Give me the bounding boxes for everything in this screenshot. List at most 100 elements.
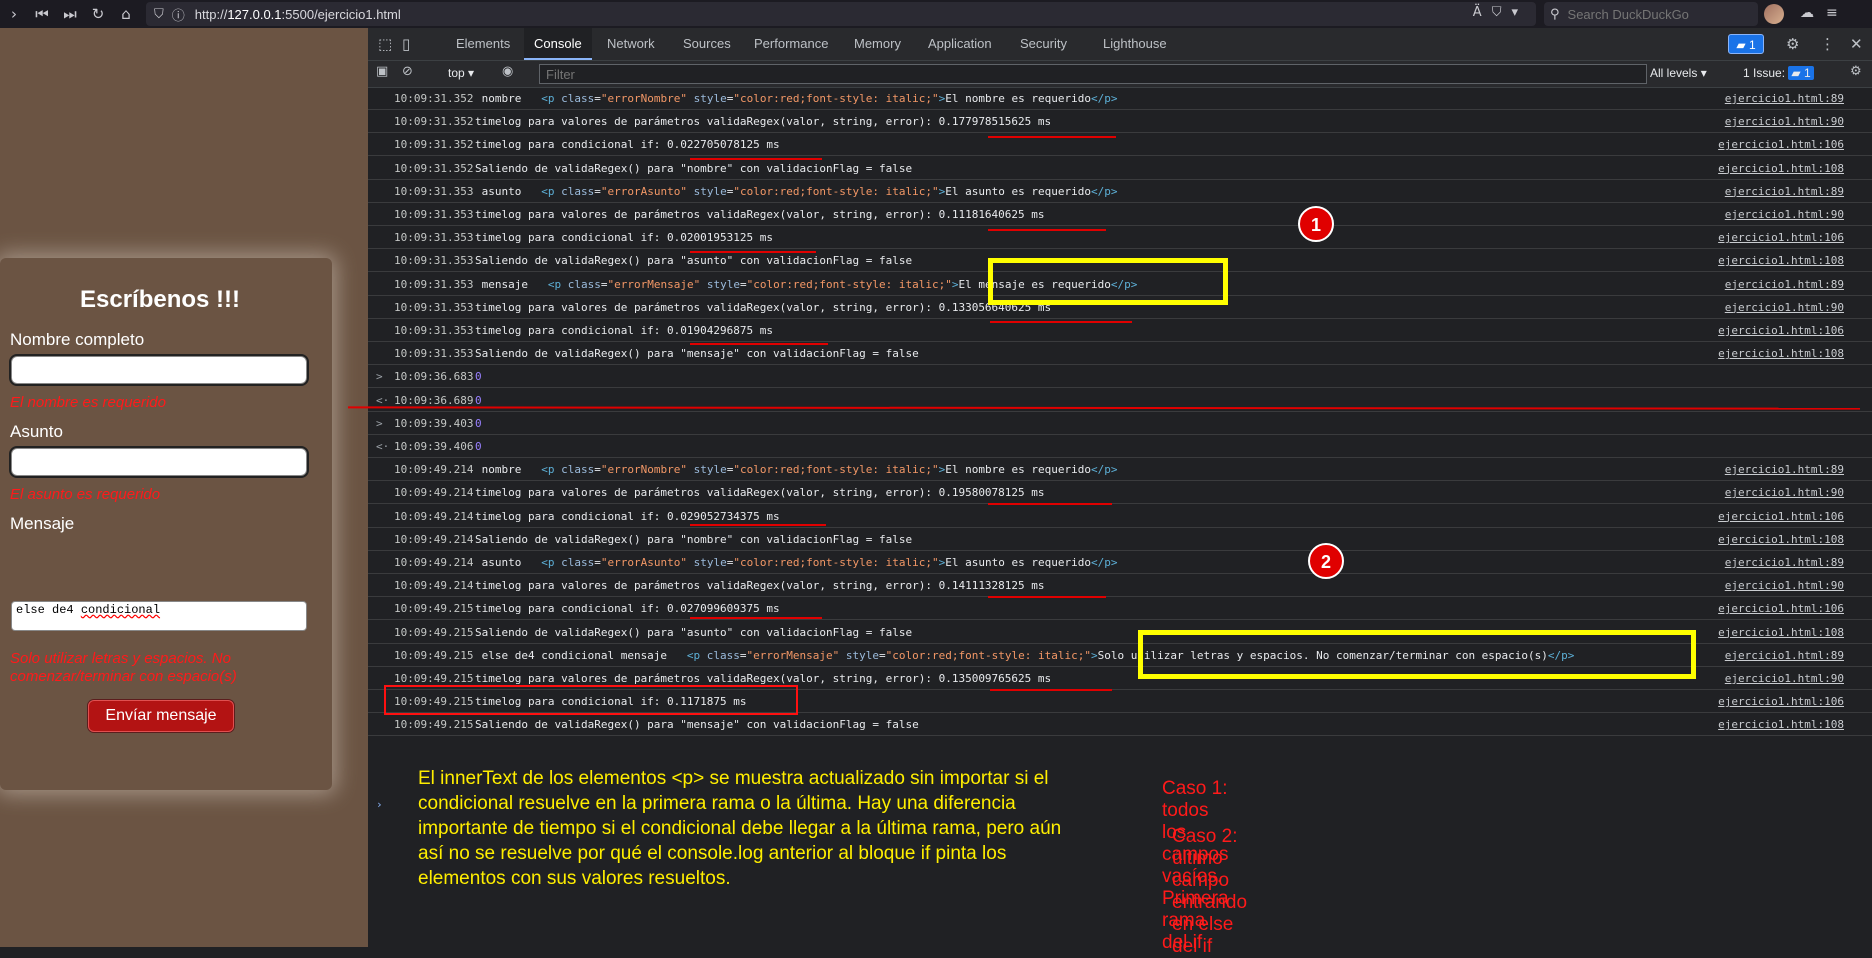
tab-lighthouse[interactable]: Lighthouse — [1103, 28, 1167, 60]
source-link[interactable]: ejercicio1.html:106 — [1718, 227, 1844, 248]
source-link[interactable]: ejercicio1.html:108 — [1718, 158, 1844, 179]
shield-icon[interactable]: ⛉ — [154, 7, 164, 22]
source-link[interactable]: ejercicio1.html:108 — [1718, 343, 1844, 364]
log-message: Saliendo de validaRegex() para "asunto" … — [475, 254, 913, 268]
tab-sources[interactable]: Sources — [683, 28, 731, 60]
log-value: 0 — [475, 416, 482, 430]
sidebar-toggle-icon[interactable]: › — [0, 5, 28, 23]
bookmark-icon[interactable]: ⛉ — [1492, 5, 1512, 20]
tab-security[interactable]: Security — [1020, 28, 1067, 60]
expand-chevron-icon[interactable]: > — [376, 366, 383, 387]
timestamp: 10:09:49.214 — [394, 579, 474, 593]
back-icon[interactable]: ⏮ — [28, 5, 56, 23]
console-row: 10:09:31.352 timelog para valores de pará… — [368, 111, 1872, 134]
asunto-input[interactable] — [9, 446, 309, 478]
source-link[interactable]: ejercicio1.html:90 — [1725, 297, 1844, 318]
source-link[interactable]: ejercicio1.html:108 — [1718, 250, 1844, 271]
info-icon[interactable]: ⓘ — [172, 5, 185, 24]
source-link[interactable]: ejercicio1.html:90 — [1725, 482, 1844, 503]
search-bar[interactable]: ⚲ — [1544, 2, 1758, 26]
tab-network[interactable]: Network — [607, 28, 655, 60]
console-row: 10:09:31.353 Saliendo de validaRegex() pa… — [368, 343, 1872, 366]
messages-badge[interactable]: ▰ 1 — [1728, 34, 1764, 54]
source-link[interactable]: ejercicio1.html:90 — [1725, 204, 1844, 225]
timestamp: 10:09:49.215 — [394, 672, 474, 685]
timestamp: 10:09:39.406 — [394, 440, 474, 453]
log-message: timelog para valores de parámetros valid… — [475, 486, 1045, 500]
expand-chevron-icon[interactable]: <· — [376, 390, 389, 411]
log-value: 0 — [475, 440, 482, 453]
close-icon[interactable]: ✕ — [1850, 35, 1863, 53]
console-settings-icon[interactable]: ⚙ — [1850, 64, 1862, 79]
log-message: asunto <p class="errorAsunto" style="col… — [475, 556, 1118, 569]
log-message: asunto <p class="errorAsunto" style="col… — [475, 184, 1118, 198]
eye-icon[interactable]: ◉ — [502, 64, 513, 79]
home-icon[interactable]: ⌂ — [112, 5, 140, 23]
tab-memory[interactable]: Memory — [854, 28, 901, 60]
source-link[interactable]: ejercicio1.html:90 — [1725, 668, 1844, 689]
levels-select[interactable]: All levels ▾ — [1650, 66, 1707, 80]
forward-icon[interactable]: ⏭ — [56, 5, 84, 23]
filter-input[interactable] — [539, 64, 1647, 84]
timestamp: 10:09:49.215 — [394, 718, 474, 732]
clear-console-icon[interactable]: ⊘ — [402, 64, 413, 79]
dropdown-icon[interactable]: ▾ — [1511, 5, 1528, 20]
gear-icon[interactable]: ⚙ — [1786, 35, 1799, 53]
log-message: Saliendo de validaRegex() para "asunto" … — [475, 625, 913, 639]
source-link[interactable]: ejercicio1.html:106 — [1718, 320, 1844, 341]
console-row: <· 10:09:39.406 0 — [368, 436, 1872, 458]
cloud-icon[interactable]: ☁ — [1800, 5, 1826, 21]
context-select[interactable]: top ▾ — [448, 66, 474, 80]
console-row: 10:09:49.214 timelog para valores de pará… — [368, 575, 1872, 598]
console-row: 10:09:31.353 mensaje <p class="errorMens… — [368, 274, 1872, 296]
tab-application[interactable]: Application — [928, 28, 992, 60]
more-icon[interactable]: ⋮ — [1820, 35, 1835, 53]
menu-icon[interactable]: ≡ — [1826, 5, 1850, 21]
source-link[interactable]: ejercicio1.html:106 — [1718, 134, 1844, 155]
url-text[interactable]: http://127.0.0.1:5500/ejercicio1.html — [195, 7, 401, 22]
expand-chevron-icon[interactable]: <· — [376, 436, 389, 457]
contact-form: Escríbenos !!! Nombre completo El nombre… — [0, 258, 332, 790]
source-link[interactable]: ejercicio1.html:106 — [1718, 598, 1844, 619]
timestamp: 10:09:49.214 — [394, 532, 474, 546]
source-link[interactable]: ejercicio1.html:90 — [1725, 575, 1844, 596]
issues-button[interactable]: 1 Issue: ▰ 1 — [1743, 66, 1814, 80]
devtools-panel: ⬚ ▯ Elements Console Network Sources Per… — [368, 28, 1872, 947]
console-row: 10:09:49.215 timelog para condicional if:… — [368, 598, 1872, 621]
inspect-icon[interactable]: ⬚ — [378, 35, 392, 53]
source-link[interactable]: ejercicio1.html:108 — [1718, 622, 1844, 643]
expand-chevron-icon[interactable]: > — [376, 413, 383, 434]
source-link[interactable]: ejercicio1.html:89 — [1725, 459, 1844, 480]
source-link[interactable]: ejercicio1.html:90 — [1725, 111, 1844, 132]
reload-icon[interactable]: ↻ — [84, 5, 112, 23]
console-row: 10:09:49.214 timelog para condicional if:… — [368, 506, 1872, 528]
search-input[interactable] — [1565, 5, 1740, 23]
tab-elements[interactable]: Elements — [456, 28, 510, 60]
source-link[interactable]: ejercicio1.html:106 — [1718, 506, 1844, 527]
tab-console[interactable]: Console — [524, 28, 592, 60]
sidebar-icon[interactable]: ▣ — [376, 64, 388, 79]
source-link[interactable]: ejercicio1.html:89 — [1725, 645, 1844, 666]
timestamp: 10:09:31.352 — [394, 161, 474, 175]
console-row: 10:09:49.214 asunto <p class="errorAsunt… — [368, 552, 1872, 574]
avatar[interactable] — [1764, 4, 1784, 24]
source-link[interactable]: ejercicio1.html:89 — [1725, 552, 1844, 573]
source-link[interactable]: ejercicio1.html:106 — [1718, 691, 1844, 712]
console-prompt[interactable]: › — [368, 794, 1872, 816]
tab-performance[interactable]: Performance — [754, 28, 828, 60]
url-bar[interactable]: ⛉ ⓘ http://127.0.0.1:5500/ejercicio1.htm… — [146, 2, 1536, 26]
send-button[interactable]: Envíar mensaje — [88, 700, 234, 732]
timestamp: 10:09:31.352 — [394, 115, 474, 129]
source-link[interactable]: ejercicio1.html:89 — [1725, 181, 1844, 202]
source-link[interactable]: ejercicio1.html:108 — [1718, 529, 1844, 550]
nombre-input[interactable] — [9, 354, 309, 386]
source-link[interactable]: ejercicio1.html:89 — [1725, 88, 1844, 109]
console-row: >10:09:36.683 0 — [368, 366, 1872, 389]
source-link[interactable]: ejercicio1.html:108 — [1718, 714, 1844, 735]
console-row: 10:09:49.215 timelog para valores de pará… — [368, 668, 1872, 690]
translate-icon[interactable]: Ä — [1473, 5, 1492, 20]
timestamp: 10:09:31.353 — [394, 324, 474, 337]
mensaje-textarea[interactable]: else de4 condicional — [11, 601, 307, 631]
device-toggle-icon[interactable]: ▯ — [402, 35, 410, 53]
source-link[interactable]: ejercicio1.html:89 — [1725, 274, 1844, 295]
